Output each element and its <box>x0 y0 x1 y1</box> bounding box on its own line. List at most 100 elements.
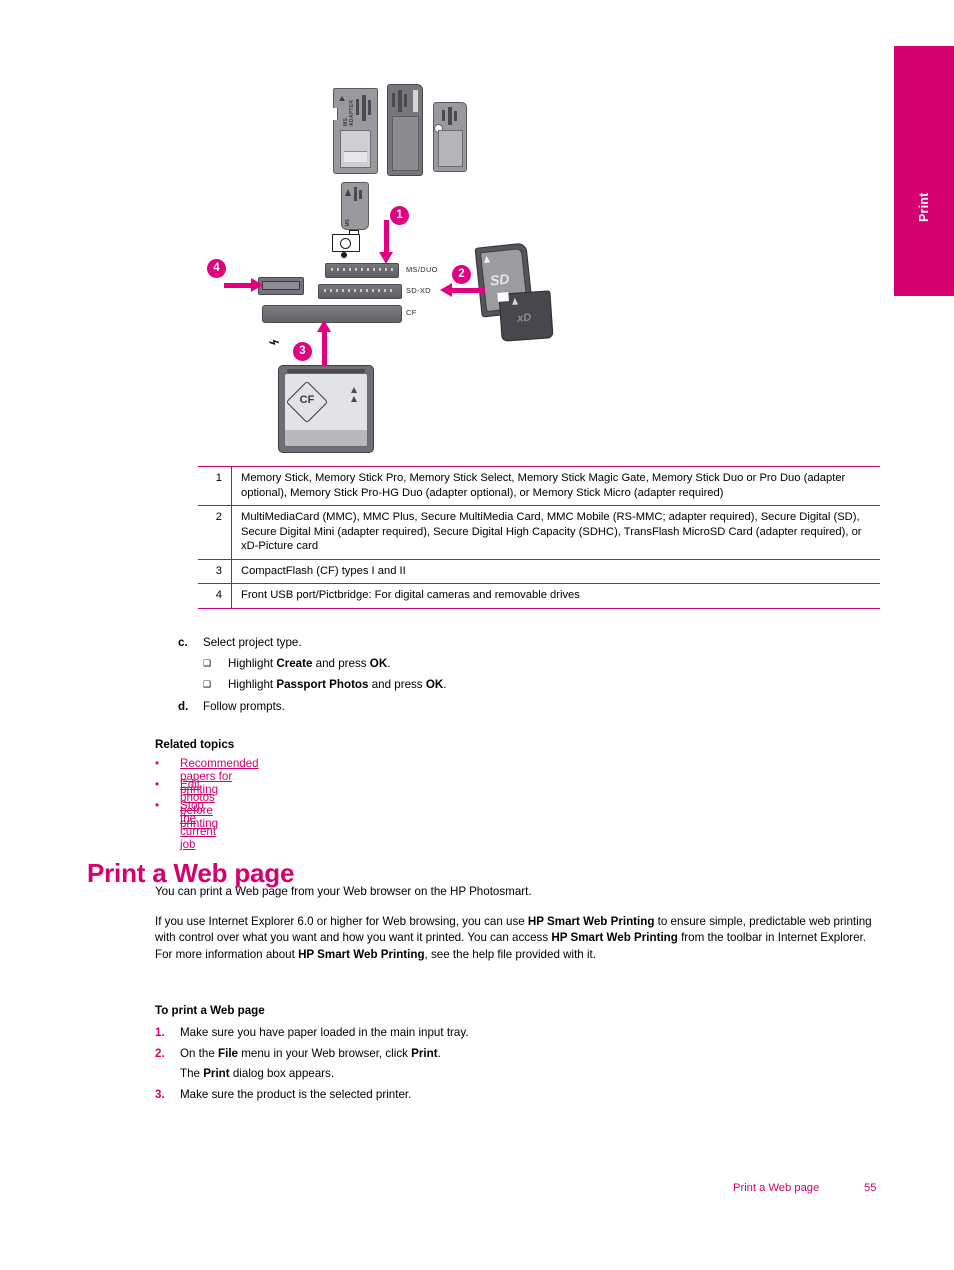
bullet-icon: • <box>155 778 160 791</box>
step-d-text: Follow prompts. <box>203 700 285 713</box>
slot-label-ms-duo: MS/DUO <box>406 265 438 274</box>
spec-row-num: 4 <box>198 583 232 609</box>
step-subtext: The Print dialog box appears. <box>180 1066 880 1083</box>
sd-card-label: SD <box>489 270 511 289</box>
step2-t1: On the <box>180 1047 219 1060</box>
link-stop-current-job[interactable]: Stop the current job <box>180 799 216 851</box>
step-text: On the File menu in your Web browser, cl… <box>180 1046 880 1063</box>
xd-card-label: xD <box>516 311 532 325</box>
step-number: 1. <box>155 1026 165 1039</box>
intro-paragraph: You can print a Web page from your Web b… <box>155 885 532 898</box>
memory-stick-pro-card <box>387 84 423 176</box>
bullet-1-mid: and press <box>312 657 370 670</box>
memory-stick-adapter-card: MS ADAPTER <box>332 88 378 174</box>
table-row: 1 Memory Stick, Memory Stick Pro, Memory… <box>198 466 880 506</box>
checkbox-bullet-icon: ❑ <box>203 659 212 669</box>
slot-label-cf: CF <box>406 308 417 317</box>
callout-2-arrowhead <box>440 283 452 297</box>
step2sub-b1: Print <box>203 1067 230 1080</box>
bullet-2-post: . <box>443 678 447 691</box>
xd-picture-card: xD <box>497 290 554 342</box>
spec-row-text: MultiMediaCard (MMC), MMC Plus, Secure M… <box>231 505 880 559</box>
front-usb-port-slot <box>258 277 304 295</box>
step2sub-t1: The <box>180 1067 204 1080</box>
callout-3: 3 <box>293 342 312 361</box>
callout-3-line <box>322 332 327 366</box>
callout-4: 4 <box>207 259 226 278</box>
para2-t4: , see the help file provided with it. <box>424 947 596 961</box>
spec-row-text: Memory Stick, Memory Stick Pro, Memory S… <box>231 466 880 506</box>
callout-2: 2 <box>452 265 471 284</box>
step-d: d. Follow prompts. <box>178 698 778 715</box>
ms-duo-card-slot <box>325 263 399 278</box>
para2-t1: If you use Internet Explorer 6.0 or high… <box>155 915 528 928</box>
bullet-1-pre: Highlight <box>228 657 277 670</box>
bullet-2-mid: and press <box>368 678 426 691</box>
bullet-1-post: . <box>387 657 391 670</box>
step2-t2: menu in your Web browser, click <box>238 1047 412 1060</box>
table-row: 3 CompactFlash (CF) types I and II <box>198 558 880 584</box>
step2-b2: Print <box>411 1047 438 1060</box>
ms-micro-chip-icon <box>345 187 363 203</box>
step-c-bullet-1: ❑ Highlight Create and press OK. <box>203 655 803 672</box>
document-page: Print MS ADAPTER MS ⌁ MS/DUO SD-XD CF SD… <box>0 0 954 1270</box>
cf-card-slot <box>262 305 402 323</box>
para2-b1: HP Smart Web Printing <box>527 915 655 928</box>
bullet-1-bold2: OK <box>369 657 388 670</box>
table-row: 2 MultiMediaCard (MMC), MMC Plus, Secure… <box>198 505 880 559</box>
memory-stick-duo-card <box>433 102 467 172</box>
card-slot-spec-table: 1 Memory Stick, Memory Stick Pro, Memory… <box>198 466 880 609</box>
step-number: 2. <box>155 1047 165 1060</box>
cf-card-label: CF <box>299 394 315 406</box>
bullet-2-bold2: OK <box>425 678 444 691</box>
memory-card-slot-illustration: MS ADAPTER MS ⌁ MS/DUO SD-XD CF SD xD CF… <box>190 80 590 460</box>
spec-row-num: 3 <box>198 558 232 584</box>
para2-b2: HP Smart Web Printing <box>551 931 678 945</box>
step-c-marker: c. <box>178 636 188 649</box>
side-tab-print: Print <box>894 46 954 296</box>
ms-duo-chip-icon <box>442 107 458 127</box>
spec-row-num: 1 <box>198 466 232 506</box>
step-d-marker: d. <box>178 700 189 713</box>
footer-title: Print a Web page <box>733 1182 820 1194</box>
callout-3-arrowhead <box>317 320 331 332</box>
related-topics-heading: Related topics <box>155 738 235 751</box>
spec-row-text: Front USB port/Pictbridge: For digital c… <box>231 583 880 609</box>
step-c-bullet-2: ❑ Highlight Passport Photos and press OK… <box>203 676 803 693</box>
bullet-icon: • <box>155 757 160 770</box>
usb-pictbridge-icon: ⌁ <box>266 330 282 355</box>
bullet-icon: • <box>155 799 160 812</box>
step2-b1: File <box>218 1047 239 1060</box>
camera-icon <box>332 230 360 258</box>
memory-stick-micro-card: MS <box>341 182 369 230</box>
para2-b3: HP Smart Web Printing <box>298 947 425 961</box>
callout-1-line <box>384 220 389 256</box>
table-row: 4 Front USB port/Pictbridge: For digital… <box>198 583 880 609</box>
step-number: 3. <box>155 1088 165 1101</box>
footer-page-number: 55 <box>864 1182 877 1194</box>
step-text: Make sure you have paper loaded in the m… <box>180 1026 469 1039</box>
ms-adapter-chip-icon <box>356 95 372 123</box>
step-c: c. Select project type. <box>178 634 778 651</box>
callout-2-line <box>451 288 485 293</box>
step-c-text: Select project type. <box>203 636 302 649</box>
callout-1: 1 <box>390 206 409 225</box>
ms-micro-label: MS <box>345 218 351 227</box>
bullet-2-bold1: Passport Photos <box>276 678 369 691</box>
sd-xd-card-slot <box>318 284 402 299</box>
howto-heading: To print a Web page <box>155 1004 265 1017</box>
slot-label-sd-xd: SD-XD <box>406 286 431 295</box>
checkbox-bullet-icon: ❑ <box>203 680 212 690</box>
smart-web-printing-paragraph: If you use Internet Explorer 6.0 or high… <box>155 914 883 963</box>
bullet-1-bold1: Create <box>276 657 313 670</box>
callout-4-arrowhead <box>251 278 263 292</box>
side-tab-label: Print <box>917 192 931 222</box>
ms-pro-chip-icon <box>392 90 408 114</box>
spec-row-text: CompactFlash (CF) types I and II <box>231 558 880 584</box>
callout-4-line <box>224 283 254 288</box>
callout-1-arrowhead <box>379 252 393 264</box>
step2-t3: . <box>437 1047 441 1060</box>
spec-row-num: 2 <box>198 505 232 559</box>
bullet-2-pre: Highlight <box>228 678 277 691</box>
step2sub-t2: dialog box appears. <box>229 1067 335 1080</box>
